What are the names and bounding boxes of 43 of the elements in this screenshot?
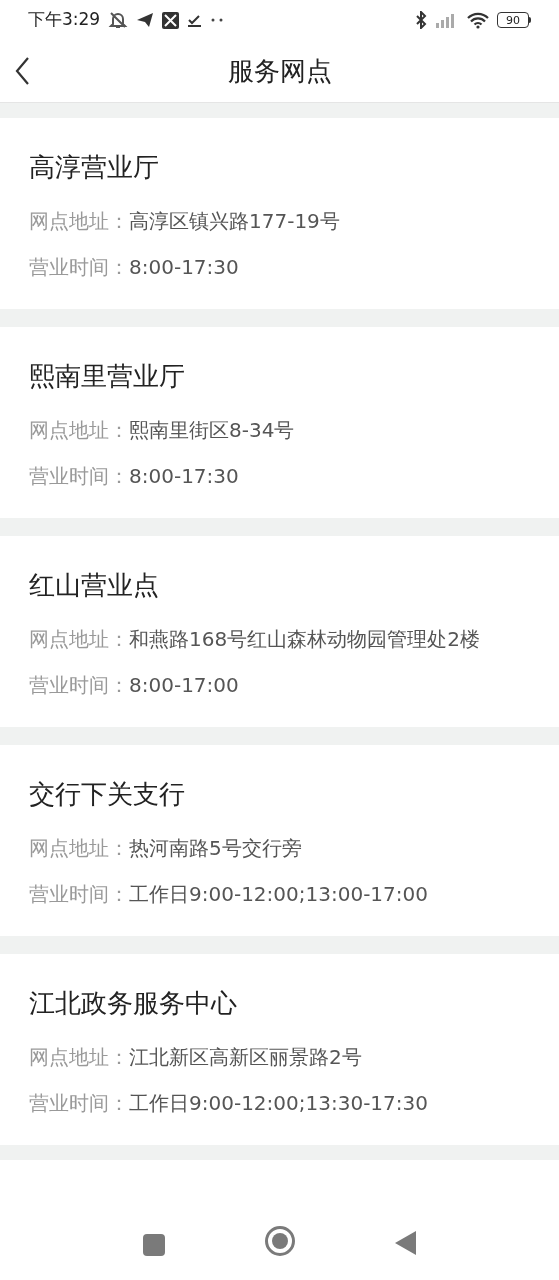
more-dots-icon (210, 18, 225, 22)
hours-value: 工作日9:00-12:00;13:30-17:30 (129, 1090, 428, 1117)
download-done-icon (187, 12, 203, 28)
back-nav-button[interactable] (394, 1230, 417, 1256)
muted-bell-icon (108, 11, 129, 29)
outlet-name: 交行下关支行 (29, 778, 186, 811)
address-value: 江北新区高新区丽景路2号 (129, 1044, 362, 1071)
paper-plane-icon (136, 12, 155, 28)
hours-label: 营业时间： (29, 881, 129, 908)
address-value: 高淳区镇兴路177-19号 (129, 208, 340, 235)
outlet-card[interactable]: 江北政务服务中心 网点地址：江北新区高新区丽景路2号 营业时间：工作日9:00-12:00;13:30-17:30 (0, 954, 559, 1145)
hours-label: 营业时间： (29, 672, 129, 699)
wifi-icon (467, 11, 489, 29)
address-value: 和燕路168号红山森林动物园管理处2楼 (129, 626, 480, 653)
status-time: 下午3:29 (28, 8, 101, 32)
hours-label: 营业时间： (29, 463, 129, 490)
outlet-name: 高淳营业厅 (29, 151, 160, 184)
address-label: 网点地址： (29, 417, 129, 444)
address-value: 热河南路5号交行旁 (129, 835, 302, 862)
address-label: 网点地址： (29, 1044, 129, 1071)
outlet-name: 熙南里营业厅 (29, 360, 186, 393)
hours-value: 8:00-17:30 (129, 254, 239, 281)
bluetooth-icon (415, 11, 427, 29)
hours-value: 8:00-17:30 (129, 463, 239, 490)
recents-button[interactable] (142, 1234, 165, 1256)
hours-value: 8:00-17:00 (129, 672, 239, 699)
hours-value: 工作日9:00-12:00;13:00-17:00 (129, 881, 428, 908)
outlet-card[interactable]: 交行下关支行 网点地址：热河南路5号交行旁 营业时间：工作日9:00-12:00;13:00-17:00 (0, 745, 559, 936)
outlet-card[interactable]: 熙南里营业厅 网点地址：熙南里街区8-34号 营业时间：8:00-17:30 (0, 327, 559, 518)
outlet-name: 江北政务服务中心 (29, 987, 238, 1020)
address-value: 熙南里街区8-34号 (129, 417, 295, 444)
outlet-card[interactable]: 红山营业点 网点地址：和燕路168号红山森林动物园管理处2楼 营业时间：8:00-17:00 (0, 536, 559, 727)
address-label: 网点地址： (29, 208, 129, 235)
outlet-card[interactable]: 高淳营业厅 网点地址：高淳区镇兴路177-19号 营业时间：8:00-17:30 (0, 118, 559, 309)
app-badge-icon (162, 11, 180, 29)
address-label: 网点地址： (29, 626, 129, 653)
hours-label: 营业时间： (29, 1090, 129, 1117)
address-label: 网点地址： (29, 835, 129, 862)
page-title: 服务网点 (227, 54, 332, 88)
home-button[interactable] (264, 1226, 295, 1256)
outlet-name: 红山营业点 (29, 569, 160, 602)
hours-label: 营业时间： (29, 254, 129, 281)
battery-icon: 90 (497, 12, 531, 28)
